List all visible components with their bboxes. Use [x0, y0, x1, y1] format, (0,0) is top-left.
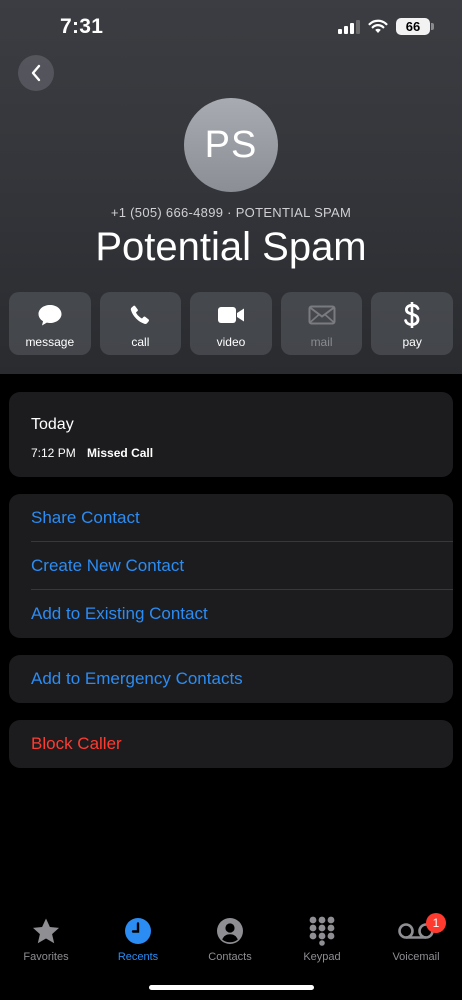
back-button[interactable]	[18, 55, 54, 91]
home-indicator[interactable]	[149, 985, 314, 990]
tab-voicemail-label: Voicemail	[392, 951, 440, 963]
tab-recents[interactable]: Recents	[92, 915, 184, 963]
pay-button[interactable]: pay	[371, 292, 453, 355]
battery-tip	[431, 23, 434, 30]
person-icon	[217, 918, 243, 944]
contact-header: 7:31 66 PS +1 (505) 666-4899 · POTENTIAL…	[0, 0, 462, 374]
pay-label: pay	[402, 335, 422, 349]
avatar-initials: PS	[204, 123, 258, 166]
history-time: 7:12 PM	[31, 446, 76, 460]
battery-level: 66	[405, 19, 421, 34]
video-icon	[217, 307, 244, 323]
keypad-icon	[309, 916, 335, 946]
history-date: Today	[31, 416, 74, 433]
star-icon	[33, 918, 59, 944]
history-kind: Missed Call	[87, 446, 154, 460]
call-history-card: Today 7:12 PM Missed Call	[9, 392, 453, 477]
mail-icon	[308, 305, 336, 325]
block-caller-button[interactable]: Block Caller	[9, 720, 453, 768]
contact-name: Potential Spam	[95, 225, 367, 269]
quick-actions: message call video mail pay	[9, 292, 453, 355]
history-entry: 7:12 PM Missed Call	[31, 446, 153, 460]
wifi-icon	[368, 19, 388, 33]
add-to-emergency-contacts-button[interactable]: Add to Emergency Contacts	[9, 655, 453, 703]
avatar: PS	[184, 98, 278, 192]
message-label: message	[25, 335, 75, 349]
voicemail-badge: 1	[426, 913, 446, 933]
tab-keypad-label: Keypad	[303, 951, 341, 963]
tab-contacts[interactable]: Contacts	[184, 915, 276, 963]
create-new-contact-button[interactable]: Create New Contact	[9, 542, 453, 590]
contact-options-card: Share Contact Create New Contact Add to …	[9, 494, 453, 638]
message-icon	[38, 305, 62, 326]
status-bar: 7:31 66	[0, 0, 462, 56]
emergency-card: Add to Emergency Contacts	[9, 655, 453, 703]
status-time: 7:31	[60, 15, 104, 38]
share-contact-button[interactable]: Share Contact	[9, 494, 453, 542]
tab-keypad[interactable]: Keypad	[276, 915, 368, 963]
message-button[interactable]: message	[9, 292, 91, 355]
dollar-icon	[404, 302, 420, 328]
call-label: call	[131, 335, 150, 349]
phone-icon	[131, 305, 150, 324]
video-button[interactable]: video	[190, 292, 272, 355]
tab-voicemail[interactable]: 1 Voicemail	[370, 913, 462, 963]
tab-favorites[interactable]: Favorites	[0, 915, 92, 963]
tab-recents-label: Recents	[117, 951, 159, 963]
cellular-signal-icon	[338, 19, 360, 34]
block-card: Block Caller	[9, 720, 453, 768]
contact-subtitle: +1 (505) 666-4899 · POTENTIAL SPAM	[110, 205, 352, 220]
mail-button[interactable]: mail	[280, 292, 363, 355]
chevron-left-icon	[31, 64, 41, 82]
video-label: video	[216, 335, 246, 349]
tab-favorites-label: Favorites	[23, 951, 69, 963]
add-to-existing-contact-button[interactable]: Add to Existing Contact	[9, 590, 453, 638]
clock-icon	[125, 918, 151, 944]
tab-contacts-label: Contacts	[208, 951, 252, 963]
call-button[interactable]: call	[99, 292, 182, 355]
battery-indicator: 66	[396, 18, 434, 35]
mail-label: mail	[310, 335, 333, 349]
status-icons: 66	[338, 18, 434, 35]
